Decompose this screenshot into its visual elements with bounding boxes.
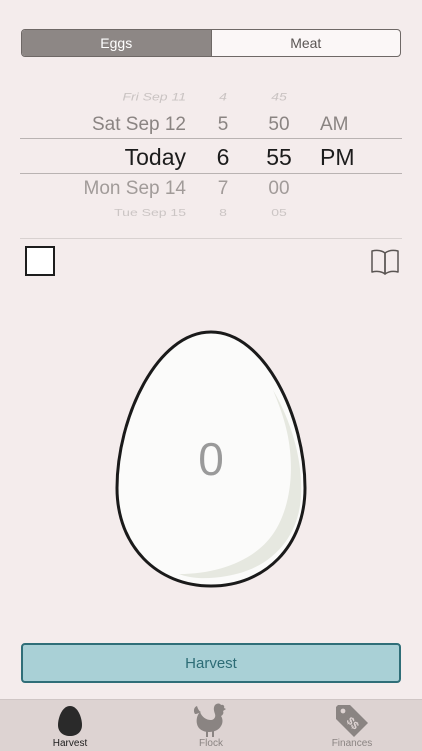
tab-label: Finances bbox=[331, 738, 373, 749]
picker-date: Sat Sep 12 bbox=[91, 114, 186, 135]
picker-date: Fri Sep 11 bbox=[122, 90, 186, 103]
harvest-checkbox[interactable] bbox=[25, 246, 55, 276]
picker-date: Mon Sep 14 bbox=[83, 178, 186, 199]
harvest-button[interactable]: Harvest bbox=[21, 643, 401, 683]
date-time-picker[interactable]: Fri Sep 11 4 45 Sat Sep 12 5 50 AM Today… bbox=[0, 84, 422, 224]
picker-minute: 05 bbox=[271, 206, 287, 218]
picker-minute: 50 bbox=[268, 114, 290, 135]
chicken-icon bbox=[193, 703, 226, 737]
picker-hour-selected: 6 bbox=[216, 144, 230, 170]
egg-icon bbox=[58, 706, 82, 736]
picker-date-selected: Today bbox=[124, 144, 186, 170]
segment-meat[interactable]: Meat bbox=[210, 30, 401, 56]
egg-meat-segmented-control: Eggs Meat bbox=[21, 29, 401, 57]
picker-selection-line-bottom bbox=[20, 173, 402, 174]
tab-flock[interactable]: Flock bbox=[141, 700, 281, 751]
picker-hour: 7 bbox=[217, 178, 229, 199]
picker-hour: 5 bbox=[217, 114, 229, 135]
picker-minute: 45 bbox=[271, 90, 287, 103]
book-icon[interactable] bbox=[369, 246, 401, 276]
picker-hour: 4 bbox=[219, 90, 227, 103]
price-tag-icon: $$ bbox=[336, 705, 368, 737]
picker-ampm-selected: PM bbox=[320, 144, 355, 170]
tab-finances[interactable]: $$ Finances bbox=[282, 700, 422, 751]
egg-count: 0 bbox=[198, 433, 224, 485]
picker-selection-line-top bbox=[20, 138, 402, 139]
picker-hour: 8 bbox=[219, 206, 227, 218]
picker-ampm: AM bbox=[320, 114, 349, 135]
tab-label: Harvest bbox=[52, 738, 88, 749]
picker-minute-selected: 55 bbox=[266, 144, 292, 170]
segment-eggs[interactable]: Eggs bbox=[22, 30, 211, 56]
picker-date: Tue Sep 15 bbox=[114, 206, 186, 218]
divider bbox=[20, 238, 402, 239]
tab-label: Flock bbox=[199, 738, 223, 749]
picker-minute: 00 bbox=[268, 178, 290, 199]
tab-bar: Harvest Flock $$ Finances bbox=[0, 699, 422, 751]
tab-harvest[interactable]: Harvest bbox=[0, 700, 140, 751]
